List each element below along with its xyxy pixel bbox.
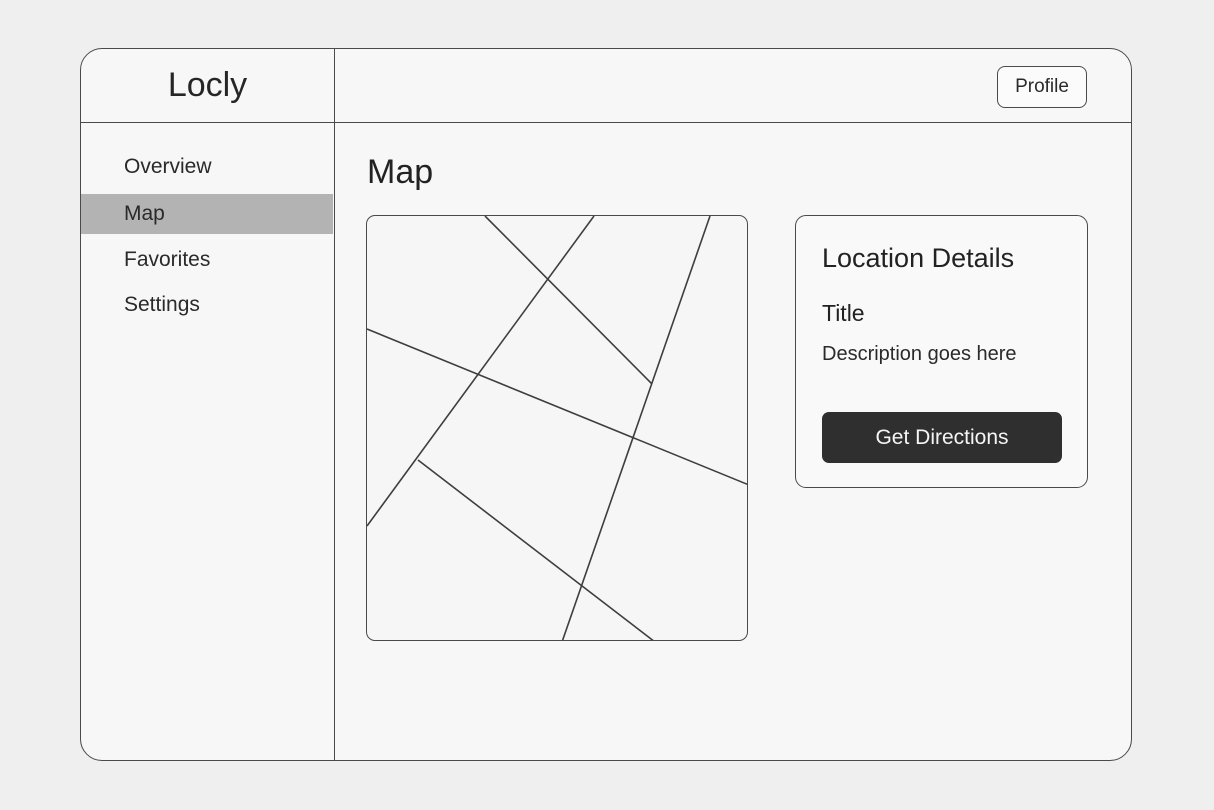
profile-button[interactable]: Profile bbox=[997, 66, 1087, 108]
card-heading: Location Details bbox=[822, 243, 1015, 273]
sidebar: Overview Map Favorites Settings bbox=[81, 123, 335, 760]
top-bar: Profile bbox=[335, 49, 1131, 123]
location-title: Title bbox=[822, 300, 865, 326]
location-description: Description goes here bbox=[822, 343, 1017, 365]
app-window: Locly Profile Overview Map Favorites Set… bbox=[80, 48, 1132, 761]
road-map-icon bbox=[367, 216, 747, 640]
sidebar-item-favorites[interactable]: Favorites bbox=[81, 240, 333, 280]
sidebar-item-overview[interactable]: Overview bbox=[81, 147, 333, 187]
map-view[interactable] bbox=[366, 215, 748, 641]
app-logo: Locly bbox=[81, 49, 335, 123]
location-details-card: Location Details Title Description goes … bbox=[795, 215, 1088, 488]
page-title: Map bbox=[367, 153, 434, 191]
main-content: Map Location Details Title Description g… bbox=[335, 123, 1131, 760]
sidebar-item-map[interactable]: Map bbox=[81, 194, 333, 234]
sidebar-item-settings[interactable]: Settings bbox=[81, 285, 333, 325]
get-directions-button[interactable]: Get Directions bbox=[822, 412, 1062, 463]
